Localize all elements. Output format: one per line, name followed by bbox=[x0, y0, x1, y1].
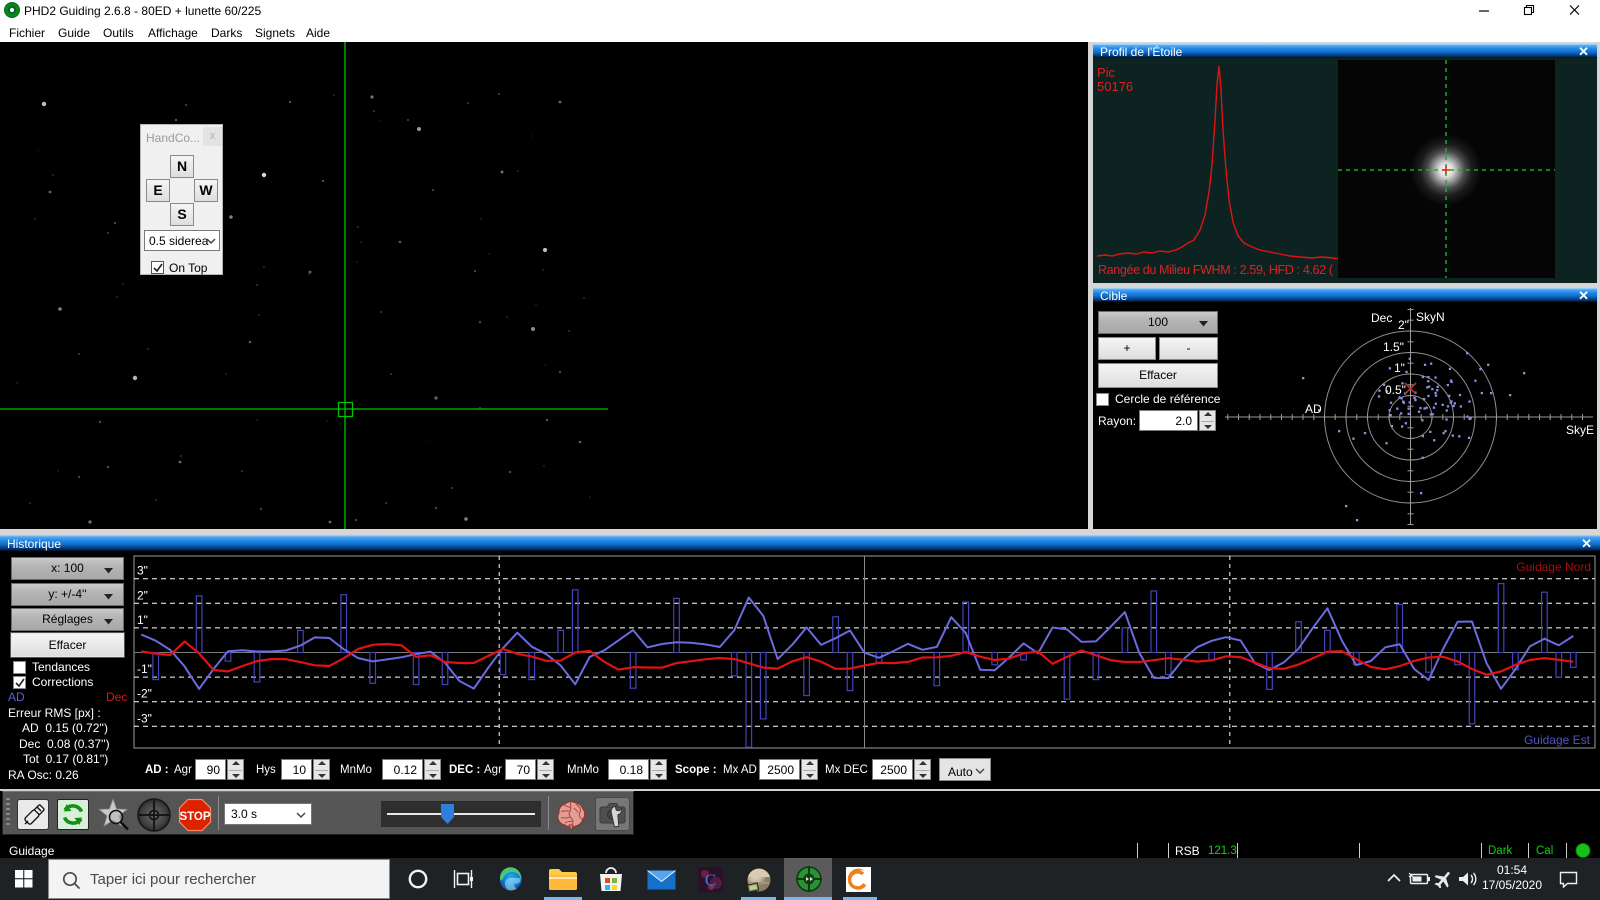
svg-text:Guidage Nord: Guidage Nord bbox=[1516, 560, 1591, 574]
svg-text:C: C bbox=[705, 871, 716, 890]
svg-text:1": 1" bbox=[137, 613, 148, 627]
svg-text:Guidage Est: Guidage Est bbox=[1524, 733, 1591, 747]
svg-text:-3": -3" bbox=[137, 711, 152, 725]
svg-text:STOP: STOP bbox=[179, 811, 210, 823]
svg-text:3": 3" bbox=[137, 564, 148, 578]
svg-text:2": 2" bbox=[137, 588, 148, 602]
svg-text:-1": -1" bbox=[137, 662, 152, 676]
svg-text:-2": -2" bbox=[137, 687, 152, 701]
